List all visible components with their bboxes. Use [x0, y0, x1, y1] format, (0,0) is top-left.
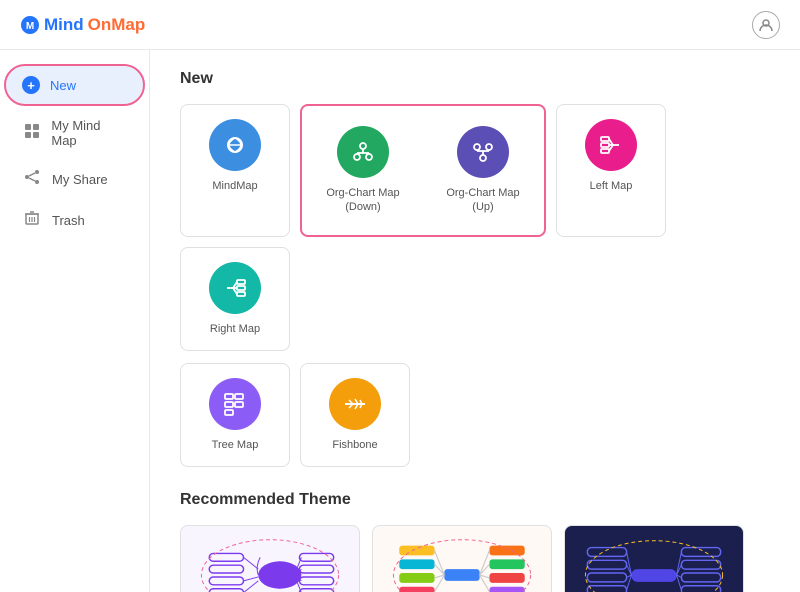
- fishbone-label: Fishbone: [332, 438, 377, 452]
- org-down-icon-circle: [337, 126, 389, 178]
- fishbone-icon-svg: [341, 390, 369, 418]
- theme-card-3[interactable]: [564, 525, 744, 592]
- grid-icon: [24, 123, 40, 139]
- sidebar-item-new[interactable]: + New: [6, 66, 143, 104]
- logo: M MindOnMap: [20, 15, 145, 35]
- mymindmap-icon: [22, 123, 41, 143]
- theme-card-2[interactable]: [372, 525, 552, 592]
- map-card-org-down[interactable]: Org-Chart Map (Down): [308, 112, 418, 229]
- fishbone-icon-circle: [329, 378, 381, 430]
- theme3-preview: [565, 526, 743, 592]
- mindmap-label: MindMap: [212, 179, 257, 193]
- main-content: New MindMap: [150, 50, 800, 592]
- logo-text-mind: Mind: [44, 15, 84, 35]
- user-avatar[interactable]: [752, 11, 780, 39]
- mindmap-icon-circle: [209, 119, 261, 171]
- layout: + New My Mind Map: [0, 50, 800, 592]
- org-up-icon-circle: [457, 126, 509, 178]
- left-icon-svg: [597, 131, 625, 159]
- logo-icon: M: [20, 15, 40, 35]
- tree-label: Tree Map: [212, 438, 259, 452]
- sidebar: + New My Mind Map: [0, 50, 150, 592]
- sidebar-item-myshare[interactable]: My Share: [6, 159, 143, 199]
- sidebar-item-trash[interactable]: Trash: [6, 200, 143, 240]
- map-card-org-up[interactable]: Org-Chart Map (Up): [428, 112, 538, 229]
- map-card-left[interactable]: Left Map: [556, 104, 666, 237]
- right-icon-svg: [221, 274, 249, 302]
- map-card-right[interactable]: Right Map: [180, 247, 290, 351]
- svg-text:M: M: [26, 21, 34, 32]
- sidebar-item-mymindmap-label: My Mind Map: [51, 118, 127, 148]
- logo-text-onmap: OnMap: [88, 15, 146, 35]
- selected-group: Org-Chart Map (Down): [300, 104, 546, 237]
- user-icon: [758, 17, 774, 33]
- map-grid-row1: MindMap: [180, 104, 770, 351]
- new-plus-icon: +: [22, 76, 40, 94]
- map-card-mindmap[interactable]: MindMap: [180, 104, 290, 237]
- tree-icon-svg: [221, 390, 249, 418]
- trash-icon: [22, 210, 42, 230]
- share-icon-svg: [24, 169, 40, 185]
- sidebar-item-trash-label: Trash: [52, 213, 85, 228]
- share-icon: [22, 169, 42, 189]
- theme1-preview: [181, 526, 359, 592]
- sidebar-item-myshare-label: My Share: [52, 172, 108, 187]
- header: M MindOnMap: [0, 0, 800, 50]
- theme-card-1[interactable]: [180, 525, 360, 592]
- sidebar-item-mymindmap[interactable]: My Mind Map: [6, 108, 143, 158]
- right-icon-circle: [209, 262, 261, 314]
- left-label: Left Map: [590, 179, 633, 193]
- mindmap-icon-svg: [221, 131, 249, 159]
- theme-grid: [180, 525, 770, 592]
- org-up-label: Org-Chart Map (Up): [438, 186, 528, 215]
- map-card-tree[interactable]: Tree Map: [180, 363, 290, 467]
- sidebar-item-new-label: New: [50, 78, 76, 93]
- map-grid-row2: Tree Map Fishbone: [180, 363, 770, 467]
- new-section-title: New: [180, 70, 770, 88]
- left-icon-circle: [585, 119, 637, 171]
- theme2-preview: [373, 526, 551, 592]
- right-label: Right Map: [210, 322, 260, 336]
- map-card-fishbone[interactable]: Fishbone: [300, 363, 410, 467]
- org-down-label: Org-Chart Map (Down): [318, 186, 408, 215]
- org-up-icon-svg: [469, 138, 497, 166]
- tree-icon-circle: [209, 378, 261, 430]
- org-down-icon-svg: [349, 138, 377, 166]
- recommended-title: Recommended Theme: [180, 491, 770, 509]
- trash-icon-svg: [25, 210, 39, 226]
